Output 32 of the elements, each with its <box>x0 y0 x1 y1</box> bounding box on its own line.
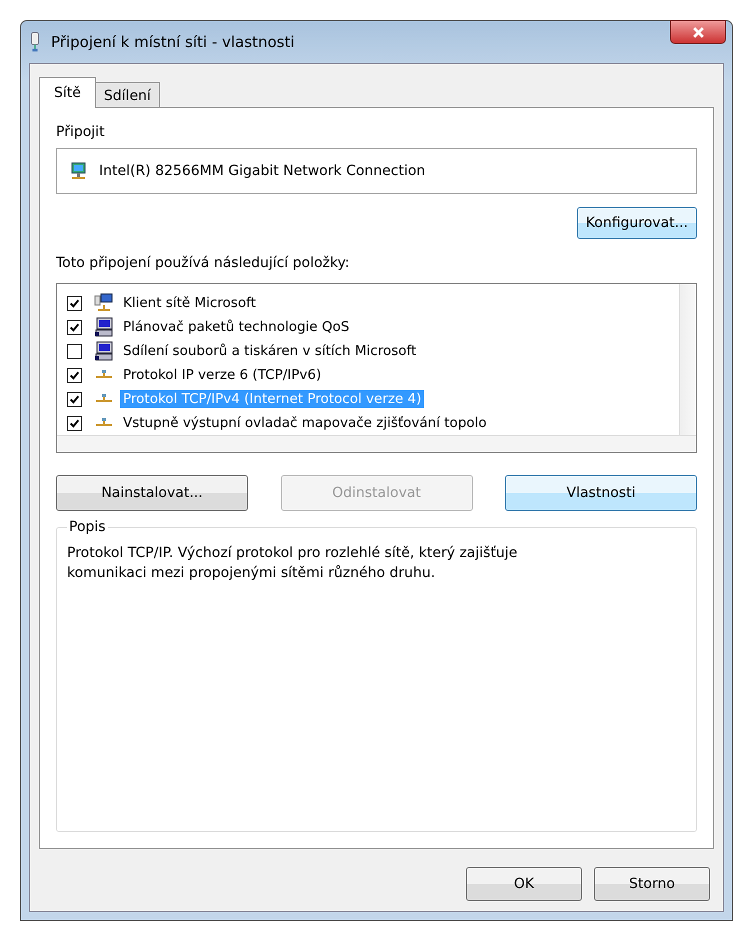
description-text: Protokol TCP/IP. Výchozí protokol pro rozlehlé sítě, který zajišťuje komunikaci mezi propojenými sítěmi různého druhu. <box>67 544 518 583</box>
tab[interactable]: Sdílení <box>94 82 160 108</box>
client-computers-icon <box>94 293 114 313</box>
action-button[interactable]: Nainstalovat... <box>56 475 248 511</box>
checkbox[interactable] <box>67 296 82 310</box>
horizontal-scrollbar[interactable] <box>57 435 696 452</box>
list-item[interactable]: Vstupně výstupní ovladač mapovače zjišťování topolo <box>120 414 490 432</box>
close-icon <box>692 26 704 38</box>
computer-icon <box>94 341 114 361</box>
list-item[interactable]: Sdílení souborů a tiskáren v sítích Microsoft <box>120 342 420 360</box>
dialog-button[interactable]: OK <box>466 867 582 901</box>
action-button[interactable]: Vlastnosti <box>505 475 697 511</box>
computer-icon <box>94 317 114 337</box>
items-label: Toto připojení používá následující položky: <box>56 255 350 271</box>
checkbox[interactable] <box>67 320 82 334</box>
description-title: Popis <box>68 519 107 535</box>
window-title: Připojení k místní síti - vlastnosti <box>51 33 296 51</box>
checkbox[interactable] <box>67 368 82 382</box>
network-plug-icon <box>29 31 41 53</box>
close-button[interactable] <box>670 20 726 44</box>
list-item[interactable]: Plánovač paketů technologie QoS <box>120 318 352 336</box>
tab[interactable]: Sítě <box>39 77 96 108</box>
adapter-name: Intel(R) 82566MM Gigabit Network Connection <box>99 163 426 179</box>
list-item[interactable]: Klient sítě Microsoft <box>120 294 259 312</box>
checkbox[interactable] <box>67 416 82 430</box>
configure-button[interactable]: Konfigurovat... <box>576 207 697 239</box>
checkbox[interactable] <box>67 344 82 358</box>
dialog-button[interactable]: Storno <box>594 867 710 901</box>
list-item[interactable]: Protokol IP verze 6 (TCP/IPv6) <box>120 366 324 384</box>
vertical-scrollbar[interactable] <box>679 284 696 435</box>
checkbox[interactable] <box>67 392 82 406</box>
connect-label: Připojit <box>56 124 106 140</box>
